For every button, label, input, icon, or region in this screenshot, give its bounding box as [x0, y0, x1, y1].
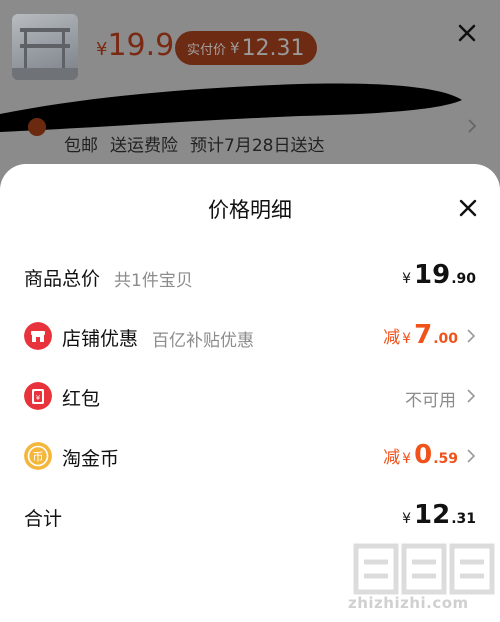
total-value: ¥ 12 .31 — [402, 500, 476, 530]
store-icon — [24, 322, 52, 350]
chevron-right-icon[interactable] — [466, 448, 476, 464]
row-gold-coin[interactable]: 币 淘金币 减 ¥ 0 .59 — [0, 436, 500, 476]
row-item-total: 商品总价 共1件宝贝 ¥ 19 .90 — [0, 256, 500, 296]
sheet-title: 价格明细 — [208, 198, 292, 222]
shipping-icon — [28, 118, 46, 136]
close-icon[interactable] — [452, 18, 482, 48]
chevron-right-icon[interactable] — [466, 388, 476, 404]
watermark-text: zhizhizhi.com — [348, 594, 469, 612]
product-price: ¥19.9 — [96, 28, 175, 63]
row-store-discount[interactable]: 店铺优惠 百亿补贴优惠 减 ¥ 7 .00 — [0, 316, 500, 356]
product-header-overlay: ¥19.9 实付价 ¥ 12.31 包邮 送运费险 预计7月28日送达 — [0, 0, 500, 190]
chevron-right-icon[interactable] — [466, 328, 476, 344]
svg-text:¥: ¥ — [36, 394, 41, 402]
svg-text:币: 币 — [33, 451, 44, 464]
gold-coin-icon: 币 — [24, 442, 52, 470]
shipping-info: 包邮 送运费险 预计7月28日送达 — [64, 136, 325, 156]
row-red-packet[interactable]: ¥ 红包 不可用 — [0, 376, 500, 416]
store-discount-value: 减 ¥ 7 .00 — [383, 320, 458, 350]
red-packet-status: 不可用 — [405, 391, 456, 411]
chevron-right-icon[interactable] — [466, 118, 478, 134]
close-icon[interactable] — [456, 196, 480, 220]
item-total-value: ¥ 19 .90 — [402, 260, 476, 290]
gold-coin-value: 减 ¥ 0 .59 — [383, 440, 458, 470]
row-total: 合计 ¥ 12 .31 — [0, 496, 500, 536]
final-price-badge: 实付价 ¥ 12.31 — [175, 31, 317, 65]
red-packet-icon: ¥ — [24, 382, 52, 410]
